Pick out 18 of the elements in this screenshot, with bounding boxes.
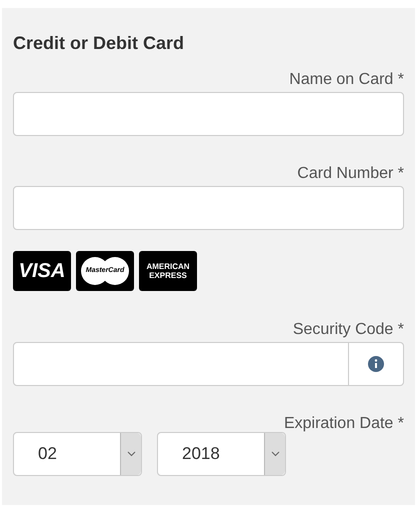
security-code-input[interactable] xyxy=(13,342,349,386)
amex-logo: AMERICAN EXPRESS xyxy=(139,251,197,291)
field-label: Card Number * xyxy=(297,164,404,184)
field-label: Security Code * xyxy=(292,320,404,340)
dropdown-value: 02 xyxy=(37,443,58,466)
text-input[interactable] xyxy=(13,92,404,136)
section-title: Credit or Debit Card xyxy=(13,32,186,54)
caret-icon xyxy=(126,451,136,457)
field-label: Expiration Date * xyxy=(284,414,404,434)
info-button[interactable] xyxy=(349,342,404,386)
dropdown-value: 2018 xyxy=(181,443,221,466)
dropdown[interactable]: 02 xyxy=(13,432,142,476)
caret-icon xyxy=(270,451,280,457)
dropdown[interactable]: 2018 xyxy=(157,432,286,476)
text-input[interactable] xyxy=(13,186,404,230)
field-label: Name on Card * xyxy=(289,70,404,90)
visa-logo: VISA xyxy=(13,251,71,291)
info-icon xyxy=(368,356,384,372)
